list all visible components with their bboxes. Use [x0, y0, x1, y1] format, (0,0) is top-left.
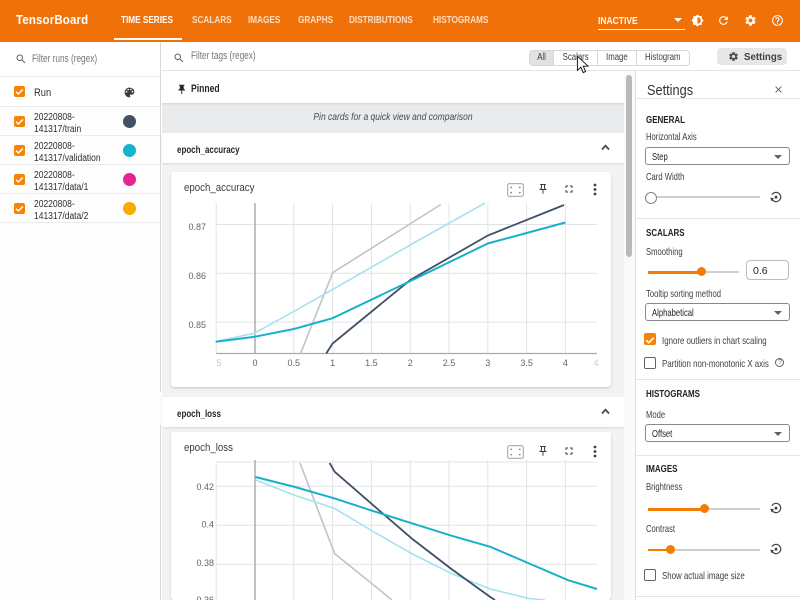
svg-text:0.42: 0.42: [196, 482, 214, 492]
svg-text:3: 3: [485, 358, 490, 368]
svg-text:0: 0: [252, 358, 257, 368]
svg-text:0.4: 0.4: [201, 520, 214, 530]
svg-text:0.36: 0.36: [196, 595, 214, 600]
svg-text:3.5: 3.5: [520, 358, 533, 368]
svg-text:1: 1: [330, 358, 335, 368]
svg-text:0.86: 0.86: [188, 271, 206, 281]
svg-text:4: 4: [563, 358, 568, 368]
svg-text:0.87: 0.87: [188, 222, 206, 232]
svg-text:0.85: 0.85: [188, 320, 206, 330]
svg-text:2.5: 2.5: [443, 358, 456, 368]
svg-text:4: 4: [593, 358, 598, 368]
svg-text:5: 5: [216, 358, 221, 368]
svg-text:0.5: 0.5: [288, 358, 301, 368]
svg-text:0.38: 0.38: [196, 558, 214, 568]
svg-text:1.5: 1.5: [365, 358, 378, 368]
svg-text:2: 2: [408, 358, 413, 368]
